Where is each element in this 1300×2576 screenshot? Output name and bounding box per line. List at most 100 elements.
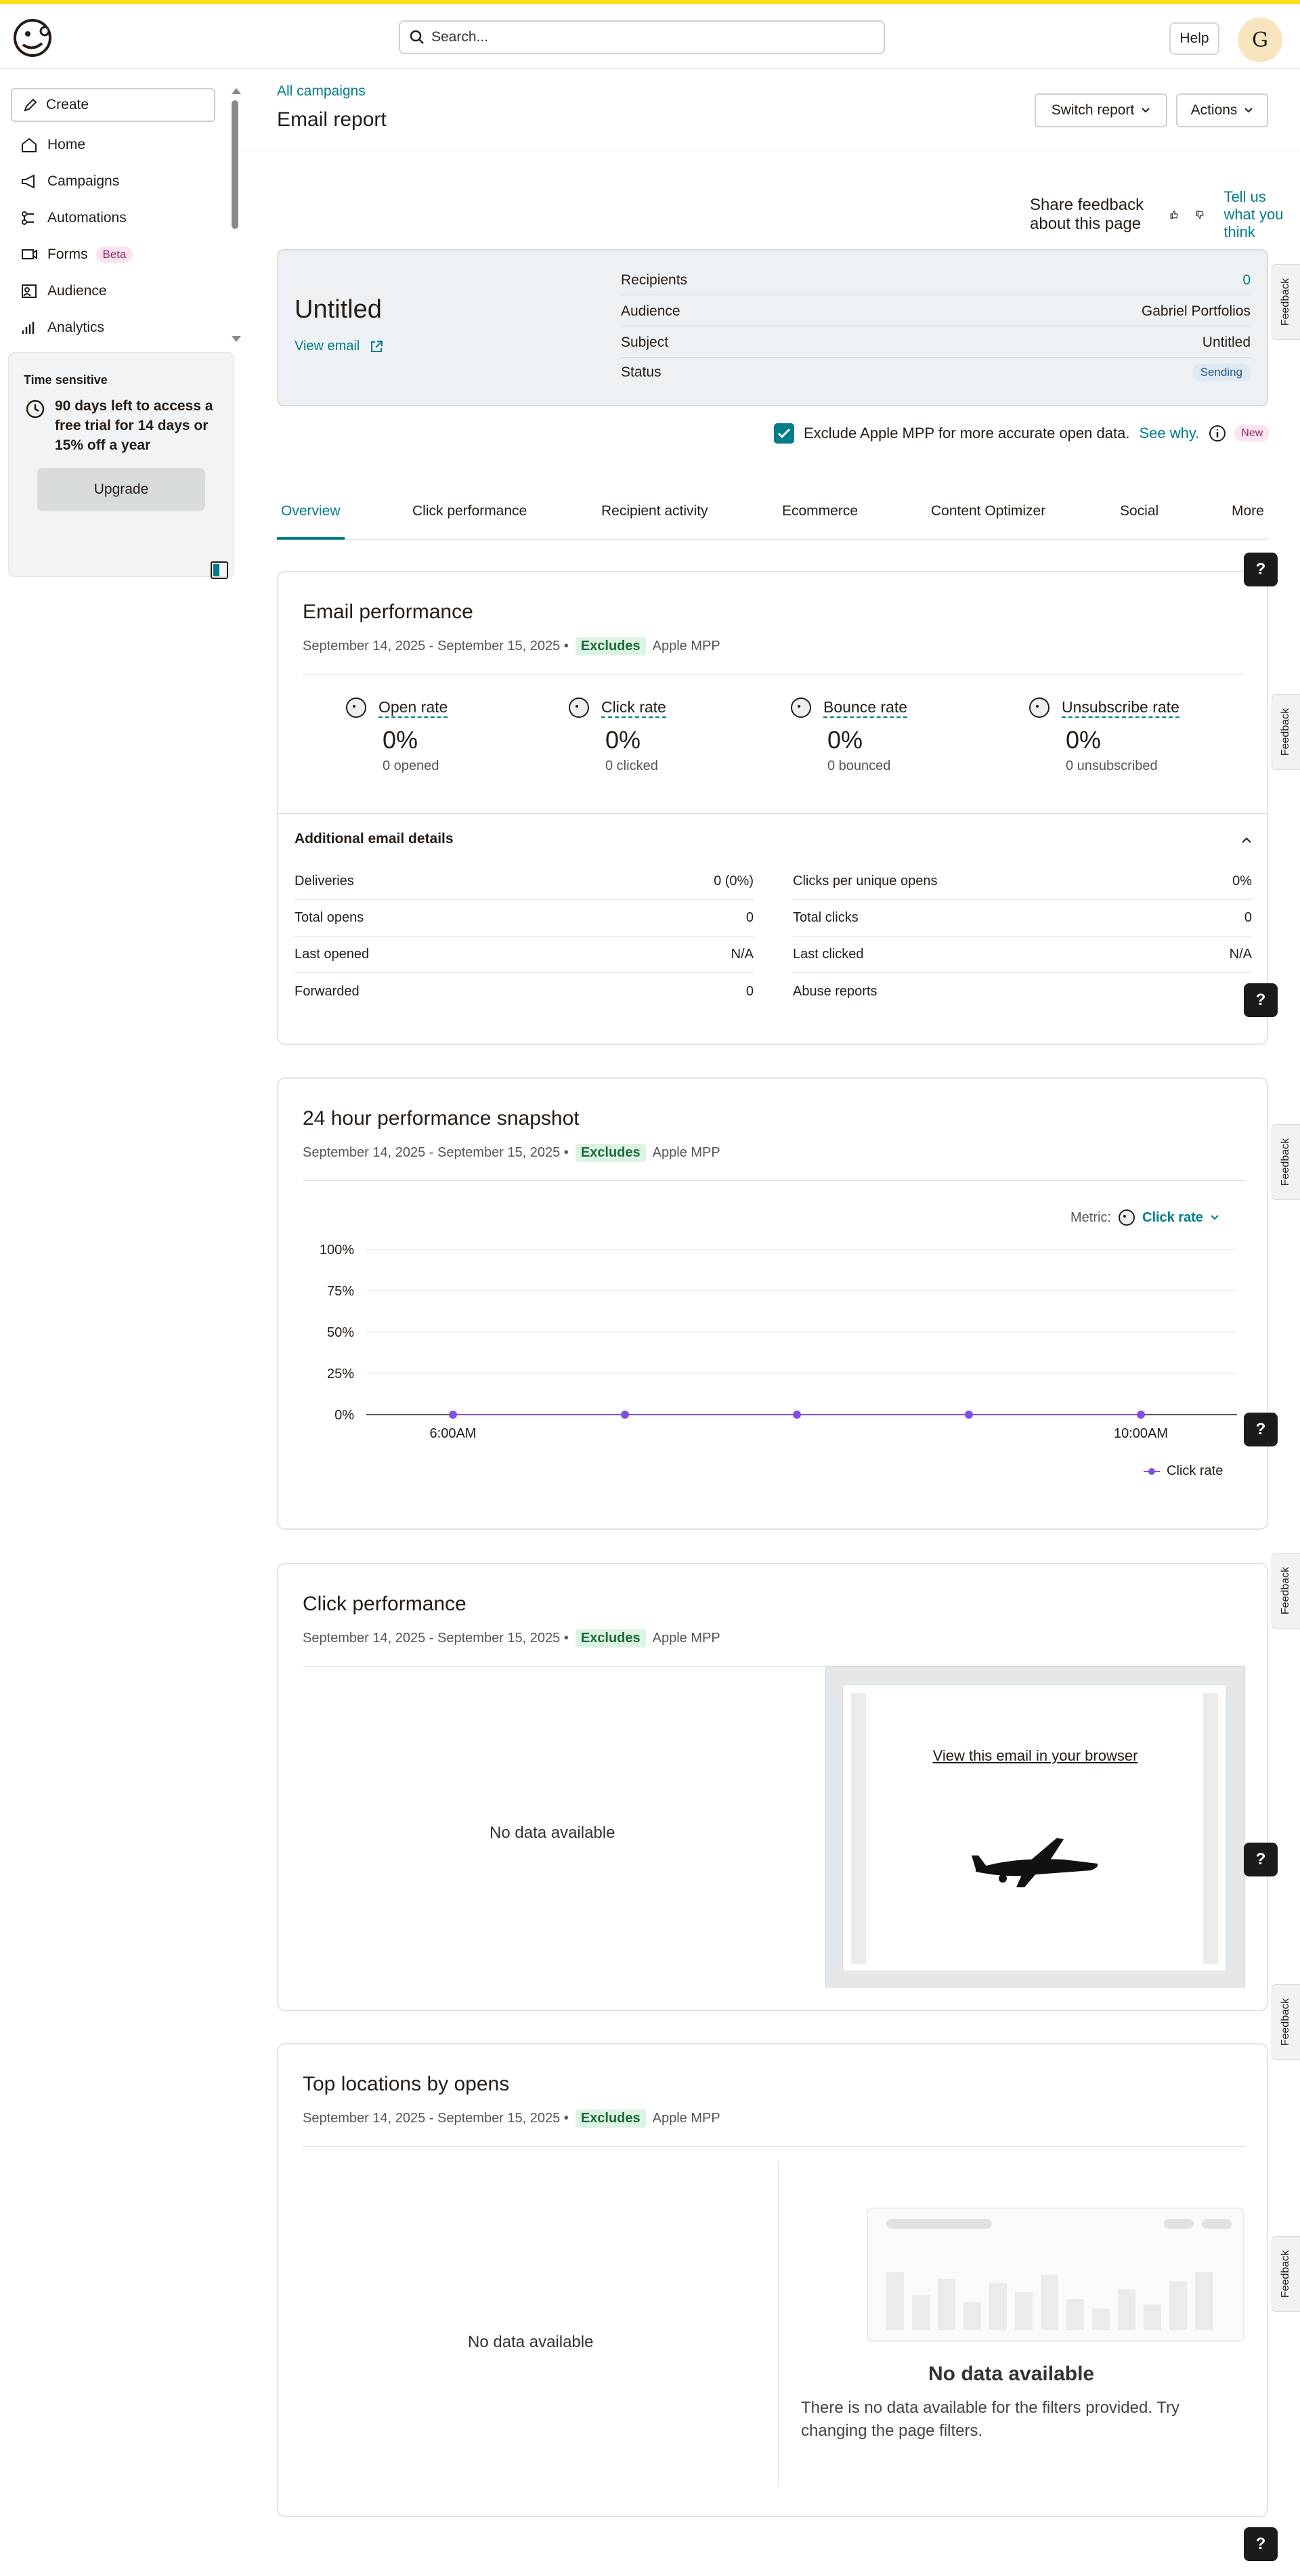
search-input[interactable]: Search...	[399, 20, 885, 54]
forms-icon	[22, 249, 37, 259]
promo-text: 90 days left to access a free trial for …	[55, 398, 213, 453]
tab-click-performance[interactable]: Click performance	[412, 503, 527, 519]
exclude-mpp-checkbox[interactable]	[774, 423, 794, 444]
date-range-line: September 14, 2025 - September 15, 2025 …	[303, 2109, 720, 2128]
help-question-button[interactable]: ?	[1244, 1413, 1278, 1446]
feedback-tab[interactable]: Feedback	[1272, 1984, 1300, 2060]
tab-overview[interactable]: Overview	[281, 503, 341, 519]
view-email-label: View email	[295, 339, 360, 353]
open-rate-label[interactable]: Open rate	[378, 698, 448, 718]
open-rate-sub: 0 opened	[383, 758, 439, 773]
unsubscribe-rate-sub: 0 unsubscribed	[1066, 758, 1158, 773]
thumbs-up-icon[interactable]	[1169, 206, 1179, 223]
breadcrumb[interactable]: All campaigns	[277, 83, 366, 100]
recipients-value[interactable]: 0	[1242, 272, 1251, 288]
card-divider	[303, 2146, 1245, 2147]
switch-report-button[interactable]: Switch report	[1035, 93, 1167, 127]
data-point[interactable]	[449, 1411, 457, 1419]
help-question-button[interactable]: ?	[1244, 553, 1278, 586]
search-placeholder: Search...	[431, 29, 489, 45]
bounce-rate-sub: 0 bounced	[827, 758, 891, 773]
y-tick-label: 75%	[327, 1284, 354, 1299]
external-link-icon	[371, 340, 383, 352]
sidebar-item-label: Analytics	[47, 320, 105, 335]
tab-social[interactable]: Social	[1120, 503, 1158, 519]
detail-row: Abuse reports0	[793, 973, 1252, 1010]
unsubscribe-rate-label[interactable]: Unsubscribe rate	[1062, 698, 1179, 718]
sidebar-item-campaigns[interactable]: Campaigns	[20, 164, 223, 199]
click-performance-title: Click performance	[303, 1593, 467, 1615]
tab-content-optimizer[interactable]: Content Optimizer	[931, 503, 1045, 519]
analytics-icon	[22, 322, 35, 334]
upgrade-button[interactable]: Upgrade	[37, 468, 205, 511]
tab-ecommerce[interactable]: Ecommerce	[782, 503, 858, 519]
info-icon[interactable]	[1209, 425, 1226, 442]
create-button[interactable]: Create	[11, 88, 215, 122]
tab-more[interactable]: More	[1232, 503, 1264, 519]
beta-badge: Beta	[95, 246, 133, 263]
detail-row: Deliveries 0 (0%)	[295, 863, 754, 900]
data-point[interactable]	[793, 1411, 801, 1419]
sidebar-item-automations[interactable]: Automations	[20, 200, 223, 236]
chevron-up-icon[interactable]	[1241, 836, 1252, 844]
email-performance-card: Email performance September 14, 2025 - S…	[277, 571, 1268, 1045]
detail-label: Total clicks	[793, 910, 859, 925]
summary-row-recipients: Recipients 0	[621, 265, 1251, 295]
help-question-button[interactable]: ?	[1244, 983, 1278, 1017]
no-data-message: No data available	[468, 2333, 594, 2351]
scroll-down-icon[interactable]	[232, 336, 241, 342]
actions-button[interactable]: Actions	[1176, 93, 1268, 127]
audience-value: Gabriel Portfolios	[1141, 303, 1251, 319]
report-tabs: Overview Click performance Recipient act…	[277, 491, 1268, 540]
feedback-tab[interactable]: Feedback	[1272, 1124, 1300, 1200]
chart-legend: Click rate	[1144, 1463, 1223, 1479]
tell-us-link[interactable]: Tell us what you think	[1223, 188, 1300, 241]
no-data-message: No data available	[490, 1824, 615, 1842]
chevron-down-icon[interactable]	[1210, 1214, 1219, 1221]
sidebar-item-label: Home	[47, 137, 86, 152]
thumbs-down-icon[interactable]	[1195, 206, 1205, 223]
stat-click-rate: Click rate 0% 0 clicked	[567, 696, 743, 774]
data-point[interactable]	[621, 1411, 629, 1419]
help-button[interactable]: Help	[1169, 22, 1219, 55]
feedback-tab[interactable]: Feedback	[1272, 1553, 1300, 1629]
metric-dropdown[interactable]: Click rate	[1142, 1210, 1203, 1226]
help-question-button[interactable]: ?	[1244, 2527, 1278, 2561]
feedback-tab[interactable]: Feedback	[1272, 264, 1300, 340]
metric-label: Metric:	[1070, 1209, 1111, 1225]
feedback-tab[interactable]: Feedback	[1272, 2236, 1300, 2312]
feedback-tab-label: Feedback	[1280, 1138, 1292, 1186]
data-point[interactable]	[1137, 1411, 1145, 1419]
scrollbar-thumb[interactable]	[232, 100, 238, 229]
bounce-rate-label[interactable]: Bounce rate	[823, 698, 908, 718]
sidebar-item-audience[interactable]: Audience	[20, 274, 223, 309]
view-email-link[interactable]: View email	[295, 339, 384, 354]
see-why-link[interactable]: See why.	[1139, 425, 1199, 442]
legend-label: Click rate	[1167, 1463, 1223, 1478]
data-point[interactable]	[965, 1411, 973, 1419]
stat-unsubscribe-rate: Unsubscribe rate 0% 0 unsubscribed	[1028, 696, 1244, 774]
preview-margin-right	[1203, 1693, 1218, 1964]
metric-selector: Metric: Click rate	[1070, 1209, 1219, 1226]
megaphone-icon	[22, 174, 35, 189]
sidebar-item-analytics[interactable]: Analytics	[20, 310, 223, 345]
date-range-line: September 14, 2025 - September 15, 2025 …	[303, 1629, 720, 1648]
page-feedback: Share feedback about this page Tell us w…	[1030, 188, 1300, 241]
view-in-browser-link[interactable]: View this email in your browser	[843, 1747, 1228, 1765]
click-rate-label[interactable]: Click rate	[601, 698, 666, 718]
mailchimp-logo-icon[interactable]	[11, 16, 54, 60]
tab-recipient-activity[interactable]: Recipient activity	[601, 503, 708, 519]
panel-toggle-icon[interactable]	[211, 561, 228, 579]
detail-value: 0	[745, 983, 754, 999]
avatar[interactable]: G	[1238, 18, 1282, 62]
email-performance-title: Email performance	[303, 601, 473, 623]
help-question-button[interactable]: ?	[1244, 1843, 1278, 1876]
sidebar-item-home[interactable]: Home	[20, 127, 223, 163]
feedback-tab[interactable]: Feedback	[1272, 694, 1300, 770]
actions-label: Actions	[1190, 102, 1238, 118]
sidebar-item-forms[interactable]: Forms Beta	[20, 237, 223, 272]
mailchimp-mini-icon	[1029, 697, 1049, 718]
apple-mpp-label: Apple MPP	[652, 1631, 720, 1646]
sidebar-item-label: Audience	[47, 283, 107, 299]
scroll-up-icon[interactable]	[232, 88, 241, 94]
